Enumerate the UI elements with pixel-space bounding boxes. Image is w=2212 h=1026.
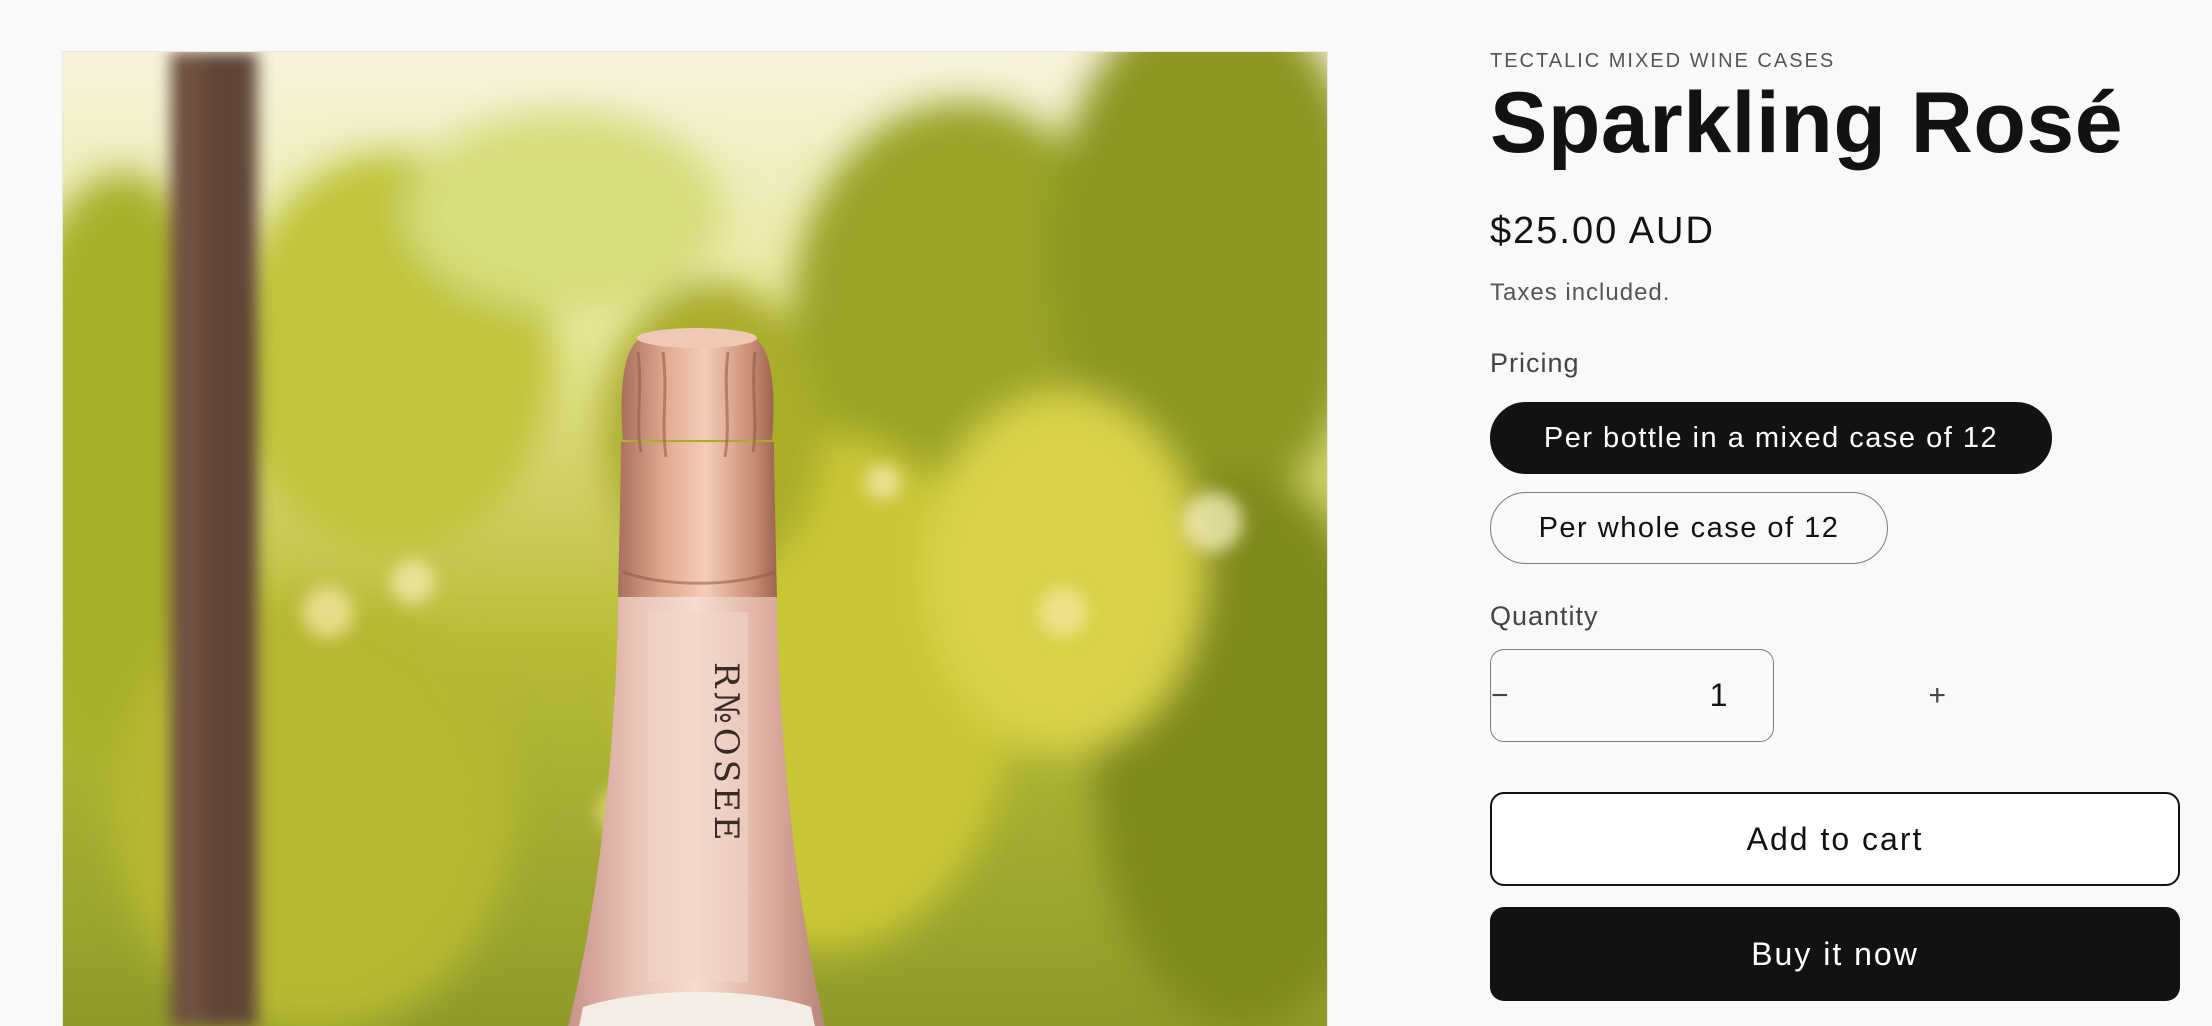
pricing-label: Pricing	[1490, 348, 1580, 378]
add-to-cart-label: Add to cart	[1746, 820, 1924, 857]
plus-icon: +	[1928, 678, 1947, 712]
bottle-label-text: R№OSEE	[706, 662, 746, 845]
minus-icon: −	[1491, 678, 1509, 712]
quantity-decrement-button[interactable]: −	[1491, 650, 1509, 741]
product-price: $25.00 AUD	[1490, 210, 1715, 252]
product-vendor: TECTALIC MIXED WINE CASES	[1490, 50, 1836, 72]
pricing-option-label: Per whole case of 12	[1538, 511, 1840, 544]
buy-now-button[interactable]: Buy it now	[1490, 907, 2180, 1001]
pricing-option-per-bottle[interactable]: Per bottle in a mixed case of 12	[1490, 402, 2052, 474]
quantity-input[interactable]	[1508, 650, 1929, 741]
tax-note: Taxes included.	[1490, 279, 1671, 306]
add-to-cart-button[interactable]: Add to cart	[1490, 792, 2180, 886]
buy-now-label: Buy it now	[1751, 935, 1919, 972]
quantity-stepper: − +	[1490, 649, 1946, 742]
product-title: Sparkling Rosé	[1490, 75, 2124, 171]
product-image[interactable]: R№OSEE	[62, 51, 1328, 1026]
product-page: R№OSEE TECTALIC MIXED WINE CASES Sparkli…	[0, 0, 2212, 1026]
quantity-label: Quantity	[1490, 601, 1599, 631]
pricing-option-label: Per bottle in a mixed case of 12	[1543, 421, 1999, 454]
product-photo: R№OSEE	[63, 52, 1327, 1026]
quantity-increment-button[interactable]: +	[1929, 650, 1947, 741]
pricing-option-whole-case[interactable]: Per whole case of 12	[1490, 492, 1888, 564]
